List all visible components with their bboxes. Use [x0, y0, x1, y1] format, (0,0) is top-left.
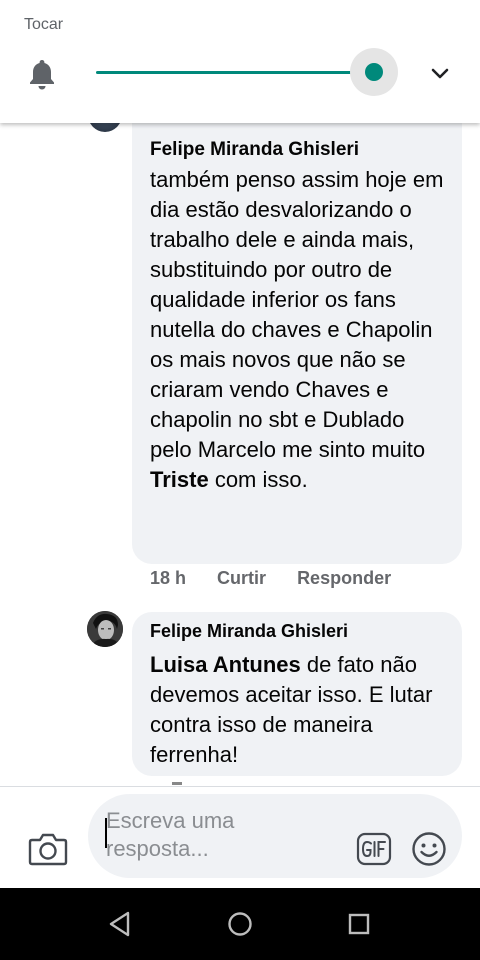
comment-body: Luisa Antunes de fato não devemos aceita…	[150, 650, 450, 770]
comment-text: Felipe Miranda Ghisleri Luisa Antunes de…	[150, 620, 450, 770]
avatar[interactable]	[87, 611, 123, 647]
comment-actions: 18 h Curtir Responder	[150, 568, 417, 589]
volume-panel: Tocar	[0, 0, 480, 123]
comment-text: Felipe Miranda Ghisleri também penso ass…	[150, 135, 450, 495]
back-icon[interactable]	[107, 910, 133, 938]
volume-slider-track[interactable]	[96, 71, 384, 74]
mention-link[interactable]: Luisa Antunes	[150, 652, 301, 677]
chevron-down-icon[interactable]	[428, 61, 452, 85]
home-icon[interactable]	[227, 911, 253, 937]
emoji-icon[interactable]	[411, 831, 447, 867]
comment-body-end: com isso.	[208, 467, 308, 492]
recent-apps-icon[interactable]	[347, 912, 371, 936]
reply-button[interactable]: Responder	[297, 568, 391, 588]
comment-bold-word: Triste	[150, 467, 209, 492]
volume-stream-label: Tocar	[24, 16, 64, 33]
gif-icon[interactable]	[356, 832, 392, 866]
next-item-peek	[172, 782, 182, 785]
camera-icon[interactable]	[28, 832, 68, 866]
mention-link[interactable]: Felipe Miranda Ghisleri	[150, 135, 450, 165]
bell-icon[interactable]	[28, 58, 56, 90]
like-button[interactable]: Curtir	[217, 568, 266, 588]
volume-slider-thumb[interactable]	[365, 63, 383, 81]
comment-author[interactable]: Felipe Miranda Ghisleri	[150, 620, 450, 642]
comment-body-start: também penso assim hoje em dia estão des…	[150, 167, 444, 462]
reply-placeholder: Escreva uma resposta...	[106, 808, 235, 861]
comment-timestamp: 18 h	[150, 568, 187, 588]
